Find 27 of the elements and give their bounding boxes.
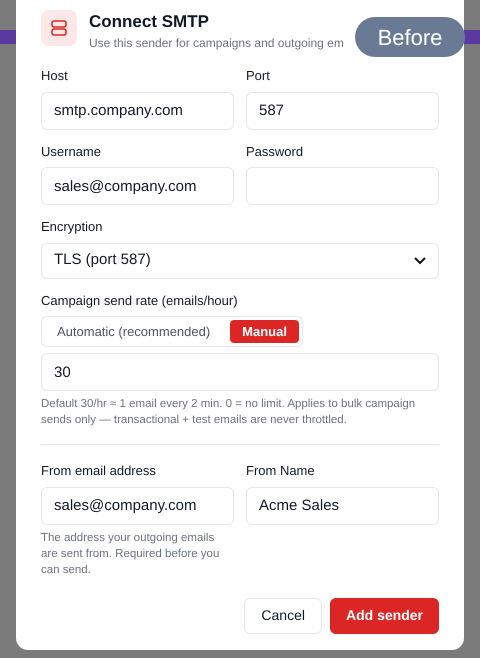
help-text: Default 30/hr ≈ 1 email every 2 min. 0 = no limit. Applies to bulk campaign sends only — transactional + test emails are never throttled. xyxy=(41,397,416,428)
cancel-button[interactable]: Cancel xyxy=(244,598,322,634)
mode-tab[interactable]: Automatic (recommended) xyxy=(45,320,222,343)
mode-tab[interactable]: Manual xyxy=(230,320,299,343)
text-field[interactable]: sales@company.com xyxy=(41,167,234,205)
dialog-subtitle: Use this sender for campaigns and outgoing em xyxy=(89,35,344,52)
field-label: From email address xyxy=(41,462,157,480)
encryption-select[interactable]: TLS (port 587) xyxy=(41,242,439,278)
field-label: Encryption xyxy=(41,218,104,236)
chevron-down-icon xyxy=(414,256,426,264)
text-field[interactable]: smtp.company.com xyxy=(41,92,234,130)
field-label: From Name xyxy=(246,462,316,480)
text-field[interactable]: sales@company.com xyxy=(41,486,234,524)
field-label: Port xyxy=(246,67,271,85)
rate-field[interactable]: 30 xyxy=(41,353,439,391)
help-text: The address your outgoing emails are sent from. Required before you can send. xyxy=(41,530,220,578)
field-label: Password xyxy=(246,142,304,160)
text-field[interactable]: Acme Sales xyxy=(246,486,439,524)
dialog-title: Connect SMTP xyxy=(89,11,210,33)
text-field[interactable]: 587 xyxy=(246,92,439,130)
comparison-badge: Before xyxy=(355,17,465,57)
submit-button[interactable]: Add sender xyxy=(330,598,439,634)
text-field[interactable] xyxy=(246,167,439,205)
field-label: Host xyxy=(41,67,69,85)
server-icon xyxy=(41,10,77,46)
field-label: Campaign send rate (emails/hour) xyxy=(41,292,239,310)
field-label: Username xyxy=(41,142,102,160)
